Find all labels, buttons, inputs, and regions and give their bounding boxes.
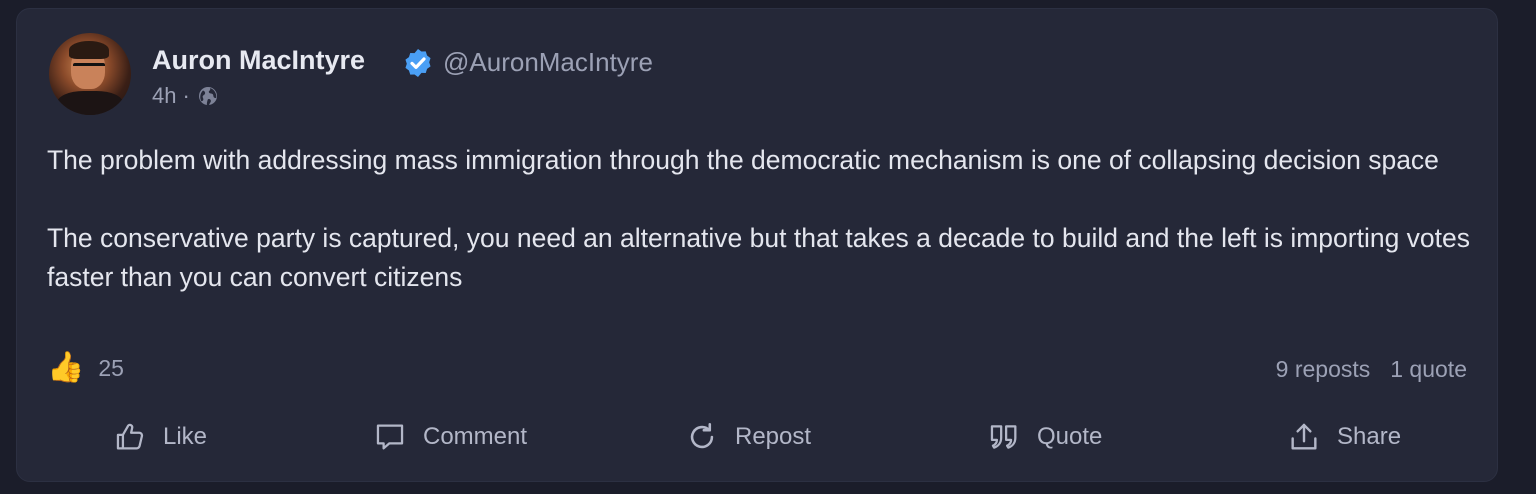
comment-label: Comment <box>423 423 528 450</box>
globe-icon <box>198 87 217 106</box>
thumbs-up-reaction-icon: 👍 <box>47 351 85 384</box>
reaction-count: 25 <box>98 354 124 381</box>
reaction-summary[interactable]: 👍 25 <box>47 351 124 385</box>
repost-button[interactable]: Repost <box>685 413 811 461</box>
post-stats: 9 reposts 1 quote <box>1276 356 1467 383</box>
post-meta: 4h · <box>152 83 220 109</box>
share-icon <box>1291 423 1317 450</box>
thumbs-up-icon <box>116 423 144 450</box>
author-name[interactable]: Auron MacIntyre <box>152 45 365 76</box>
like-button[interactable]: Like <box>113 413 207 461</box>
comment-button[interactable]: Comment <box>373 413 527 461</box>
post-card: Auron MacIntyre @AuronMacIntyre 4h · The… <box>16 8 1498 482</box>
post-paragraph: The problem with addressing mass immigra… <box>47 145 1439 175</box>
quote-label: Quote <box>1037 423 1103 450</box>
repost-icon <box>690 422 714 449</box>
post-time[interactable]: 4h <box>152 83 176 109</box>
share-button[interactable]: Share <box>1287 413 1401 461</box>
post-paragraph: The conservative party is captured, you … <box>47 223 1471 292</box>
author-avatar[interactable] <box>49 33 131 115</box>
reposts-count[interactable]: 9 reposts <box>1276 356 1371 383</box>
comment-icon <box>376 424 404 450</box>
share-label: Share <box>1337 423 1402 450</box>
quotes-count[interactable]: 1 quote <box>1390 356 1467 383</box>
post-body: The problem with addressing mass immigra… <box>47 141 1487 297</box>
quote-icon <box>990 425 1017 449</box>
action-bar: Like Comment Repost Quote Share <box>17 413 1497 461</box>
author-handle[interactable]: @AuronMacIntyre <box>443 47 653 78</box>
quote-button[interactable]: Quote <box>987 413 1102 461</box>
meta-separator: · <box>182 83 190 108</box>
repost-label: Repost <box>735 423 812 450</box>
verified-badge-icon <box>405 49 431 77</box>
like-label: Like <box>163 423 208 450</box>
